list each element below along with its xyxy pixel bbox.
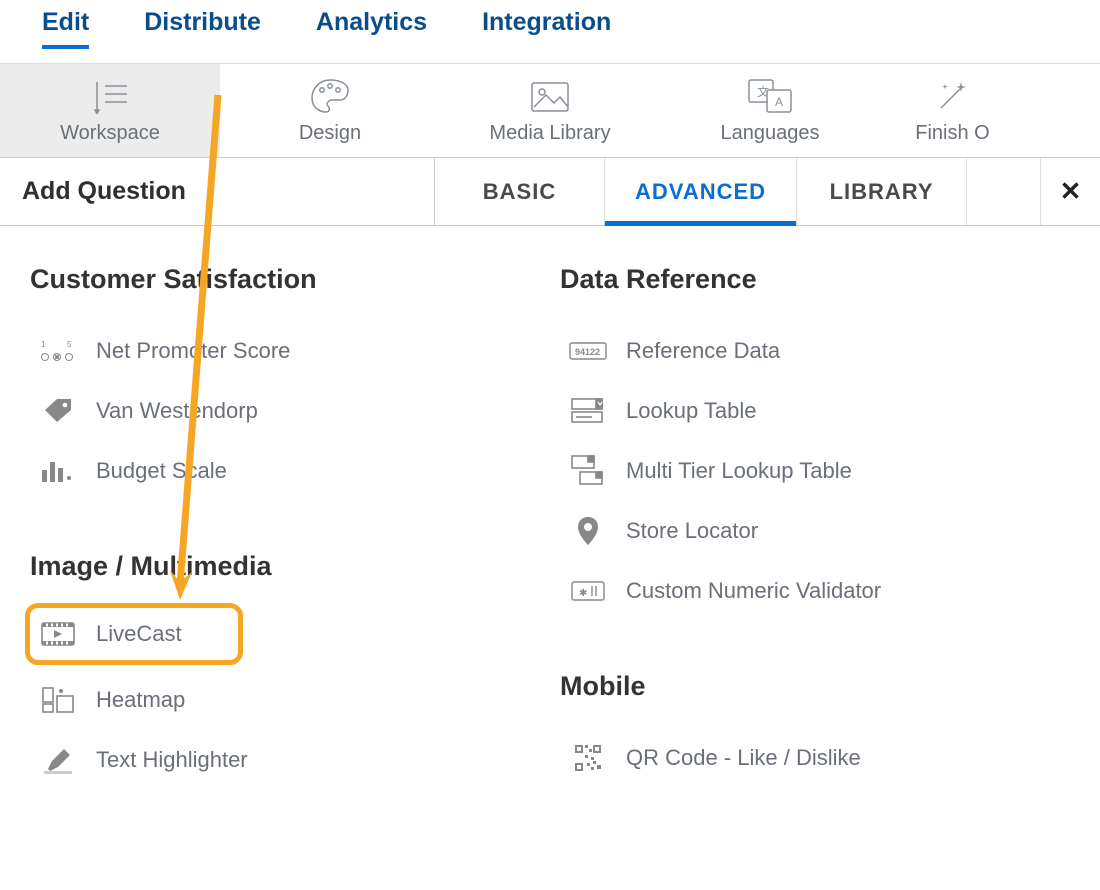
workspace-icon bbox=[87, 74, 133, 118]
item-reference-data[interactable]: 94122 Reference Data bbox=[560, 321, 1080, 381]
item-livecast[interactable]: LiveCast bbox=[30, 608, 238, 660]
languages-icon: 文 A bbox=[745, 74, 795, 118]
toolbar-media-library[interactable]: Media Library bbox=[440, 64, 660, 157]
toolbar-design[interactable]: Design bbox=[220, 64, 440, 157]
right-column: Data Reference 94122 Reference Data bbox=[560, 258, 1080, 790]
zipcode-icon: 94122 bbox=[568, 335, 608, 367]
toolbar-finish-label: Finish O bbox=[915, 122, 989, 145]
tab-basic[interactable]: BASIC bbox=[435, 158, 605, 225]
item-livecast-label: LiveCast bbox=[96, 621, 182, 647]
item-texthighlighter-label: Text Highlighter bbox=[96, 747, 248, 773]
item-heatmap-label: Heatmap bbox=[96, 687, 185, 713]
close-button[interactable]: ✕ bbox=[1040, 158, 1100, 225]
section-mobile: Mobile bbox=[560, 671, 1080, 702]
svg-text:A: A bbox=[775, 95, 783, 109]
svg-text:5: 5 bbox=[67, 340, 72, 349]
tab-library[interactable]: LIBRARY bbox=[797, 158, 967, 225]
item-store-locator[interactable]: Store Locator bbox=[560, 501, 1080, 561]
subtabs: BASIC ADVANCED LIBRARY bbox=[435, 158, 1040, 225]
top-nav-integration[interactable]: Integration bbox=[482, 8, 611, 49]
qr-icon bbox=[568, 742, 608, 774]
top-nav-edit[interactable]: Edit bbox=[42, 8, 89, 49]
item-budget-scale[interactable]: Budget Scale bbox=[30, 441, 550, 501]
section-customer-satisfaction: Customer Satisfaction bbox=[30, 264, 550, 295]
lookup-icon bbox=[568, 395, 608, 427]
svg-text:94122: 94122 bbox=[575, 347, 600, 357]
item-lookup-table[interactable]: Lookup Table bbox=[560, 381, 1080, 441]
validator-icon: ✱ bbox=[568, 575, 608, 607]
item-multitier-lookup[interactable]: Multi Tier Lookup Table bbox=[560, 441, 1080, 501]
bars-icon bbox=[38, 455, 78, 487]
nps-icon: 1 5 bbox=[38, 335, 78, 367]
item-budget-label: Budget Scale bbox=[96, 458, 227, 484]
heatmap-icon bbox=[38, 684, 78, 716]
toolbar: Workspace Design Media Library 文 bbox=[0, 64, 1100, 158]
left-column: Customer Satisfaction 1 5 Net Promoter S… bbox=[30, 258, 550, 790]
tag-icon bbox=[38, 395, 78, 427]
item-vanwestendorp-label: Van Westendorp bbox=[96, 398, 258, 424]
section-data-reference: Data Reference bbox=[560, 264, 1080, 295]
section-image-multimedia: Image / Multimedia bbox=[30, 551, 550, 582]
content: Customer Satisfaction 1 5 Net Promoter S… bbox=[0, 226, 1100, 790]
item-storelocator-label: Store Locator bbox=[626, 518, 758, 544]
item-net-promoter-score[interactable]: 1 5 Net Promoter Score bbox=[30, 321, 550, 381]
toolbar-workspace-label: Workspace bbox=[60, 122, 160, 145]
highlighter-icon bbox=[38, 744, 78, 776]
wand-icon bbox=[935, 74, 971, 118]
toolbar-languages-label: Languages bbox=[721, 122, 820, 145]
item-lookuptable-label: Lookup Table bbox=[626, 398, 757, 424]
pin-icon bbox=[568, 515, 608, 547]
add-question-title: Add Question bbox=[0, 158, 435, 225]
item-text-highlighter[interactable]: Text Highlighter bbox=[30, 730, 550, 790]
svg-text:1: 1 bbox=[41, 340, 46, 349]
image-icon bbox=[528, 74, 572, 118]
toolbar-design-label: Design bbox=[299, 122, 361, 145]
toolbar-media-label: Media Library bbox=[489, 122, 610, 145]
multitier-icon bbox=[568, 455, 608, 487]
top-nav: Edit Distribute Analytics Integration bbox=[0, 0, 1100, 64]
item-multitier-label: Multi Tier Lookup Table bbox=[626, 458, 852, 484]
film-icon bbox=[38, 618, 78, 650]
item-custom-numeric-validator[interactable]: ✱ Custom Numeric Validator bbox=[560, 561, 1080, 621]
item-van-westendorp[interactable]: Van Westendorp bbox=[30, 381, 550, 441]
item-referencedata-label: Reference Data bbox=[626, 338, 780, 364]
item-qr-code[interactable]: QR Code - Like / Dislike bbox=[560, 728, 1080, 788]
svg-text:✱: ✱ bbox=[579, 588, 587, 599]
item-heatmap[interactable]: Heatmap bbox=[30, 670, 550, 730]
toolbar-workspace[interactable]: Workspace bbox=[0, 64, 220, 157]
toolbar-finish[interactable]: Finish O bbox=[880, 64, 990, 157]
item-validator-label: Custom Numeric Validator bbox=[626, 578, 881, 604]
top-nav-analytics[interactable]: Analytics bbox=[316, 8, 427, 49]
item-qrcode-label: QR Code - Like / Dislike bbox=[626, 745, 861, 771]
sub-header: Add Question BASIC ADVANCED LIBRARY ✕ bbox=[0, 158, 1100, 226]
top-nav-distribute[interactable]: Distribute bbox=[144, 8, 261, 49]
palette-icon bbox=[308, 74, 352, 118]
tab-advanced[interactable]: ADVANCED bbox=[605, 158, 797, 225]
toolbar-languages[interactable]: 文 A Languages bbox=[660, 64, 880, 157]
item-nps-label: Net Promoter Score bbox=[96, 338, 290, 364]
